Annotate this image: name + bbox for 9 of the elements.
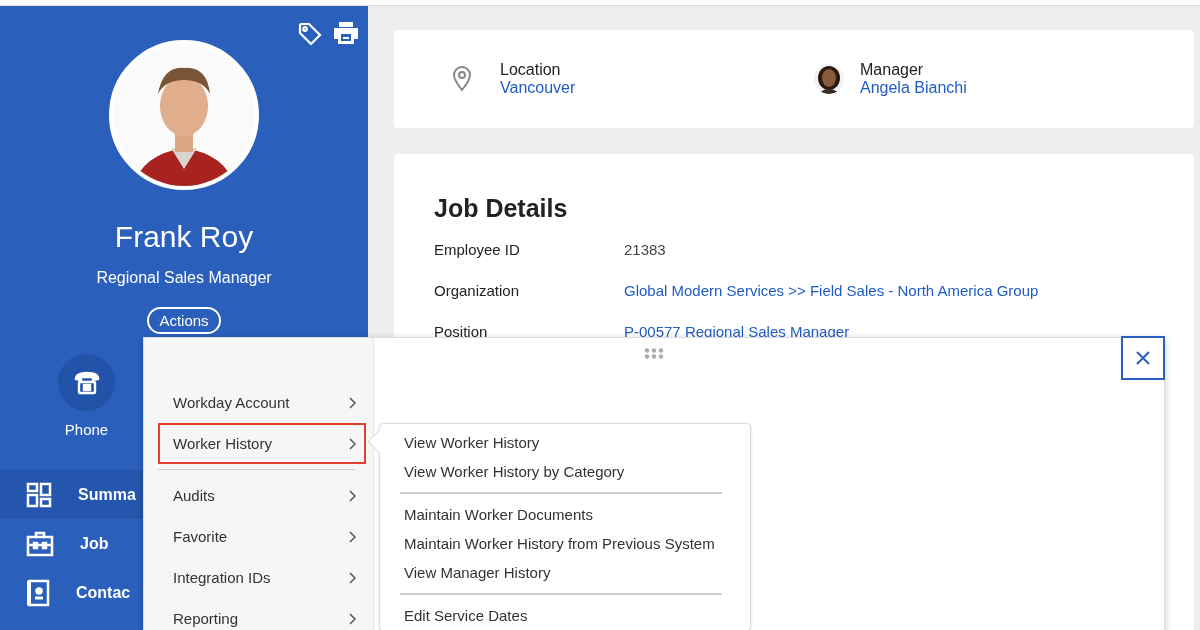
field-label: Employee ID <box>434 241 521 260</box>
field-label: Organization <box>434 282 521 301</box>
field-label: Position <box>434 323 489 342</box>
location-label: Location <box>500 61 562 79</box>
employee-name: Frank Roy <box>114 220 254 254</box>
field-value: 21383 <box>624 241 666 260</box>
job-title: Regional Sales Manager <box>96 269 272 287</box>
section-title: Job Details <box>434 194 569 223</box>
manager-label: Manager <box>860 61 925 79</box>
